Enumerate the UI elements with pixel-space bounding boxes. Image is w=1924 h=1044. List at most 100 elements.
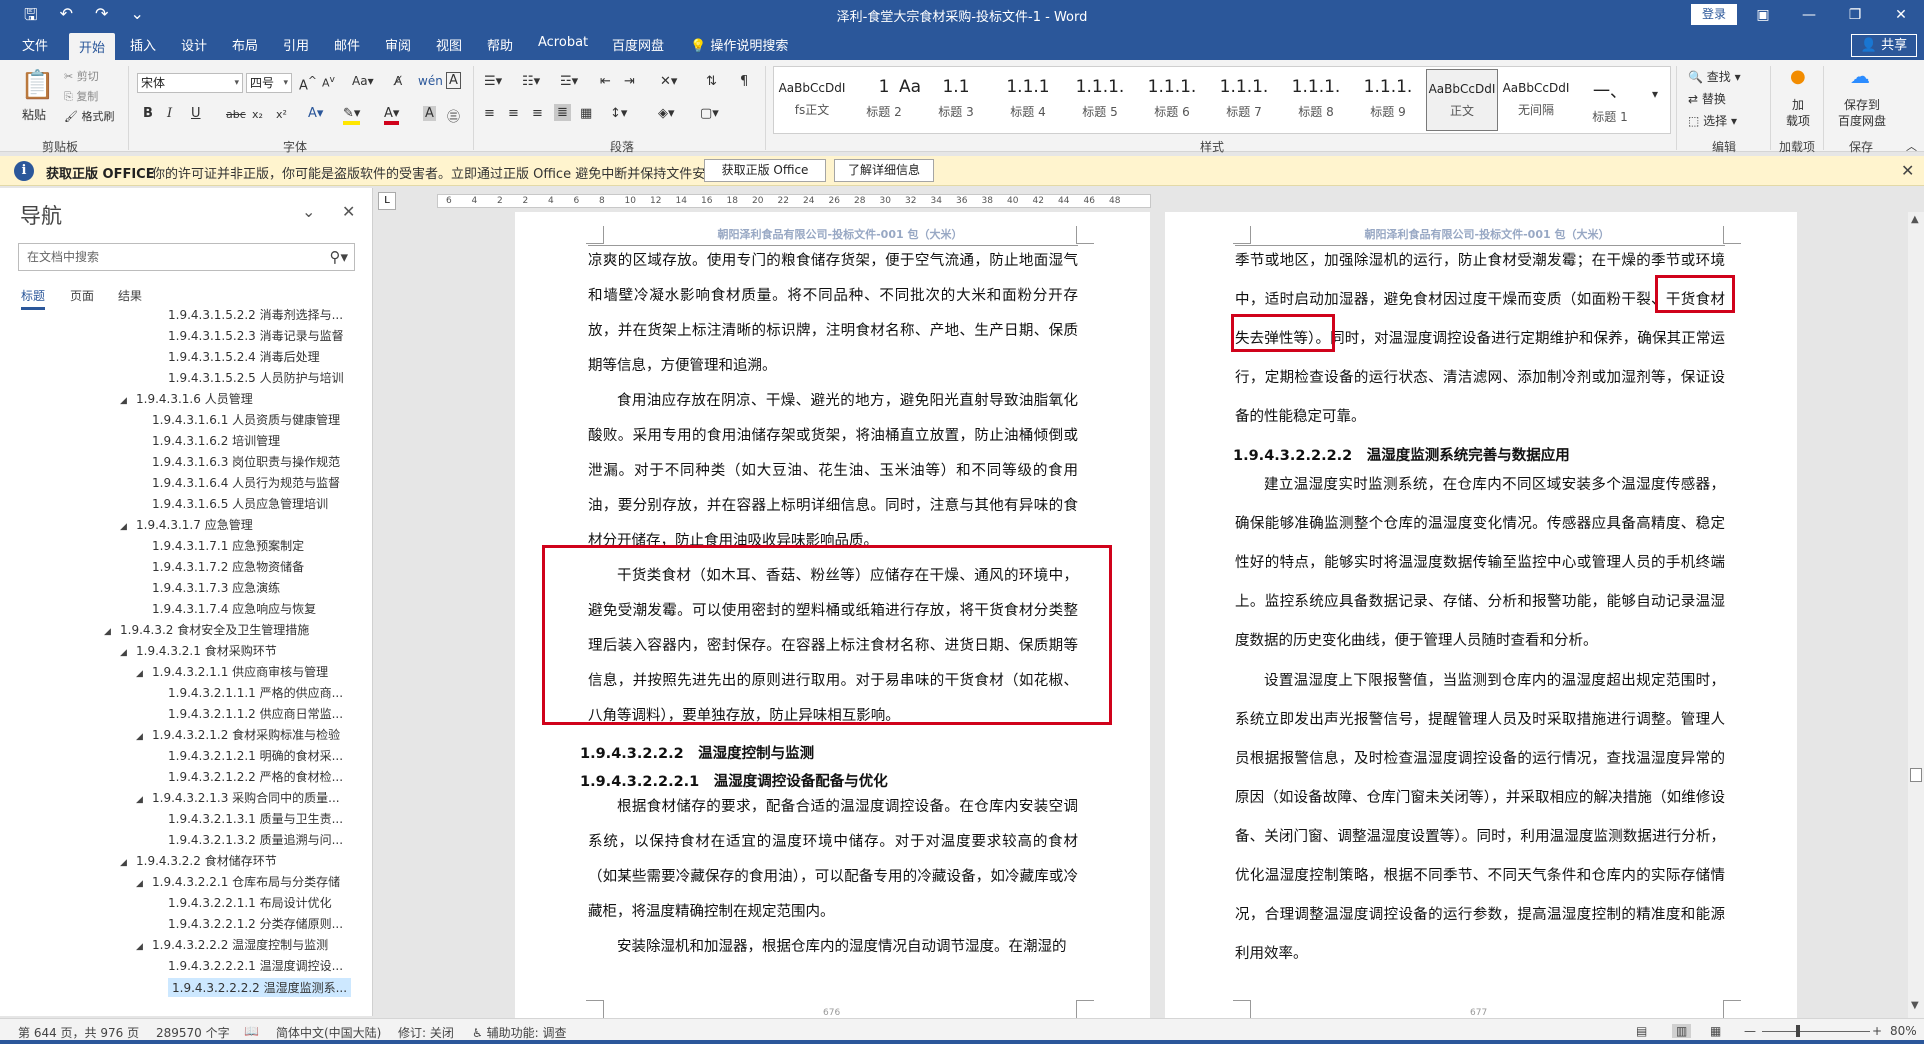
tab-selector[interactable]: L — [378, 192, 396, 210]
nav-item[interactable]: ◢ 1.9.4.3.1.7 应急管理 — [120, 516, 253, 533]
nav-item[interactable]: 1.9.4.3.2.2.1.2 分类存储原则... — [168, 915, 343, 932]
paste-icon[interactable]: 📋 — [20, 68, 55, 101]
text-effects-button[interactable]: A▾ — [308, 106, 323, 121]
phonetic-guide-icon[interactable]: wén — [418, 74, 443, 88]
select-button[interactable]: ⬚ 选择 ▾ — [1688, 112, 1737, 129]
distributed-icon[interactable]: ▦ — [580, 106, 592, 121]
nav-item[interactable]: 1.9.4.3.2.1.2.1 明确的食材采... — [168, 747, 343, 764]
font-name-combo[interactable]: 宋体 ▾ — [137, 73, 243, 93]
language[interactable]: 简体中文(中国大陆) — [276, 1024, 381, 1041]
grow-font-button[interactable]: A^ — [299, 74, 317, 93]
zoom-slider-thumb[interactable] — [1796, 1025, 1800, 1037]
nav-item[interactable]: 1.9.4.3.2.1.2.2 严格的食材检... — [168, 768, 343, 785]
format-painter-button[interactable]: 🖌 格式刷 — [64, 108, 114, 124]
bold-button[interactable]: B — [143, 106, 153, 121]
paste-button[interactable]: 粘贴 — [22, 106, 46, 123]
tab-file[interactable]: 文件 — [22, 35, 48, 54]
nav-item[interactable]: 1.9.4.3.2.2.1.1 布局设计优化 — [168, 894, 332, 911]
expand-triangle-icon[interactable]: ◢ — [120, 522, 136, 532]
tab-review[interactable]: 审阅 — [385, 35, 411, 54]
login-button[interactable]: 登录 — [1691, 4, 1737, 25]
show-marks-icon[interactable]: ¶ — [740, 74, 748, 89]
borders-icon[interactable]: ▢▾ — [700, 106, 719, 121]
nav-item[interactable]: ◢ 1.9.4.3.2.2 食材储存环节 — [120, 852, 277, 869]
nav-item[interactable]: ◢ 1.9.4.3.2.2.1 仓库布局与分类存储 — [136, 873, 340, 890]
expand-triangle-icon[interactable]: ◢ — [104, 627, 120, 637]
change-case-button[interactable]: Aa▾ — [352, 74, 374, 88]
increase-indent-icon[interactable]: ⇥ — [624, 74, 635, 89]
baidu-save-label-1[interactable]: 保存到 — [1844, 96, 1880, 113]
nav-item[interactable]: 1.9.4.3.1.6.1 人员资质与健康管理 — [152, 411, 340, 428]
style-item[interactable]: 1.1.1. 标题 7 — [1208, 69, 1280, 131]
style-item[interactable]: 1.1.1. 标题 8 — [1280, 69, 1352, 131]
decrease-indent-icon[interactable]: ⇤ — [600, 74, 611, 89]
zoom-slider[interactable] — [1762, 1031, 1870, 1032]
vertical-scrollbar[interactable]: ▲ ▼ — [1908, 212, 1924, 1018]
nav-item[interactable]: 1.9.4.3.2.2.2.1 温湿度调控设... — [168, 957, 343, 974]
chinese-layout-icon[interactable]: ✕▾ — [660, 74, 677, 89]
nav-tab-results[interactable]: 结果 — [118, 287, 142, 304]
close-icon[interactable]: ✕ — [1878, 2, 1924, 28]
style-item[interactable]: 1.1.1. 标题 6 — [1136, 69, 1208, 131]
nav-item[interactable]: 1.9.4.3.1.6.2 培训管理 — [152, 432, 280, 449]
nav-item[interactable]: ◢ 1.9.4.3.2.1 食材采购环节 — [120, 642, 277, 659]
scroll-up-icon[interactable]: ▲ — [1911, 214, 1919, 225]
tab-baidu[interactable]: 百度网盘 — [612, 35, 664, 54]
tab-insert[interactable]: 插入 — [130, 35, 156, 54]
learn-more-button[interactable]: 了解详细信息 — [834, 159, 934, 182]
nav-item[interactable]: ◢ 1.9.4.3.2.1.3 采购合同中的质量... — [136, 789, 340, 806]
restore-icon[interactable]: ❐ — [1832, 2, 1878, 28]
horizontal-ruler[interactable]: 6 4 2 2 4 6 8 10 12 14 16 18 20 22 24 26 28 30 32 34 36 38 40 4… — [437, 192, 1877, 210]
expand-triangle-icon[interactable]: ◢ — [120, 396, 136, 406]
nav-item[interactable]: 1.9.4.3.1.6.5 人员应急管理培训 — [152, 495, 328, 512]
styles-more-icon[interactable]: ▾ — [1652, 87, 1658, 101]
font-color-button[interactable]: A▾ — [384, 106, 400, 125]
bullets-icon[interactable]: ☰▾ — [484, 74, 502, 89]
zoom-in-icon[interactable]: + — [1872, 1024, 1882, 1038]
web-layout-icon[interactable]: ▦ — [1710, 1024, 1721, 1038]
share-button[interactable]: 👤 共享 — [1851, 34, 1917, 57]
nav-item-selected[interactable]: 1.9.4.3.2.2.2.2 温湿度监测系... — [168, 978, 352, 997]
tab-design[interactable]: 设计 — [181, 35, 207, 54]
scroll-down-icon[interactable]: ▼ — [1911, 1000, 1919, 1011]
track-changes[interactable]: 修订: 关闭 — [398, 1024, 454, 1041]
tab-acrobat[interactable]: Acrobat — [538, 35, 588, 50]
get-genuine-button[interactable]: 获取正版 Office — [704, 159, 826, 182]
align-center-icon[interactable]: ≡ — [508, 106, 519, 121]
style-item[interactable]: 一、 标题 1 — [1574, 69, 1646, 131]
addins-label-1[interactable]: 加 — [1792, 96, 1804, 113]
justify-icon[interactable]: ≣ — [554, 104, 571, 121]
nav-item[interactable]: 1.9.4.3.1.5.2.2 消毒剂选择与... — [168, 306, 343, 323]
char-shading-icon[interactable]: A — [423, 106, 436, 121]
tab-view[interactable]: 视图 — [436, 35, 462, 54]
underline-button[interactable]: U — [191, 106, 201, 121]
numbering-icon[interactable]: ☷▾ — [522, 74, 540, 89]
font-size-combo[interactable]: 四号 ▾ — [246, 73, 292, 93]
document-page-right[interactable]: 朝阳泽利食品有限公司-投标文件-001 包（大米） 季节或地区，加强除湿机的运行… — [1165, 212, 1797, 1018]
align-left-icon[interactable]: ≡ — [484, 106, 495, 121]
accessibility-status[interactable]: ♿ 辅助功能: 调查 — [472, 1024, 566, 1041]
read-mode-icon[interactable]: ▤ — [1636, 1024, 1647, 1038]
cut-button[interactable]: ✂ 剪切 — [64, 68, 99, 84]
tell-me-search[interactable]: 💡 操作说明搜索 — [690, 35, 788, 54]
style-item[interactable]: AaBbCcDdI fs正文 — [776, 69, 848, 131]
align-right-icon[interactable]: ≡ — [532, 106, 543, 121]
nav-item[interactable]: 1.9.4.3.1.5.2.5 人员防护与培训 — [168, 369, 344, 386]
clear-format-icon[interactable]: A̸ — [394, 74, 402, 88]
shading-icon[interactable]: ◈▾ — [658, 106, 675, 121]
nav-item[interactable]: ◢ 1.9.4.3.2 食材安全及卫生管理措施 — [104, 621, 309, 638]
ribbon-display-icon[interactable]: ▣ — [1740, 2, 1786, 28]
nav-item[interactable]: 1.9.4.3.2.1.1.2 供应商日常监... — [168, 705, 343, 722]
style-item[interactable]: 1.1.1. 标题 9 — [1352, 69, 1424, 131]
nav-item[interactable]: 1.9.4.3.1.5.2.4 消毒后处理 — [168, 348, 320, 365]
tab-help[interactable]: 帮助 — [487, 35, 513, 54]
nav-item[interactable]: 1.9.4.3.2.1.1.1 严格的供应商... — [168, 684, 343, 701]
find-button[interactable]: 🔍 查找 ▾ — [1688, 68, 1741, 85]
nav-item[interactable]: ◢ 1.9.4.3.2.1.2 食材采购标准与检验 — [136, 726, 340, 743]
zoom-out-icon[interactable]: — — [1744, 1024, 1756, 1038]
enclose-char-icon[interactable]: ㊂ — [447, 106, 460, 125]
proofing-icon[interactable]: 📖 — [244, 1024, 259, 1038]
nav-item[interactable]: ◢ 1.9.4.3.1.6 人员管理 — [120, 390, 253, 407]
close-icon[interactable]: ✕ — [342, 202, 355, 221]
nav-item[interactable]: 1.9.4.3.1.7.2 应急物资储备 — [152, 558, 304, 575]
